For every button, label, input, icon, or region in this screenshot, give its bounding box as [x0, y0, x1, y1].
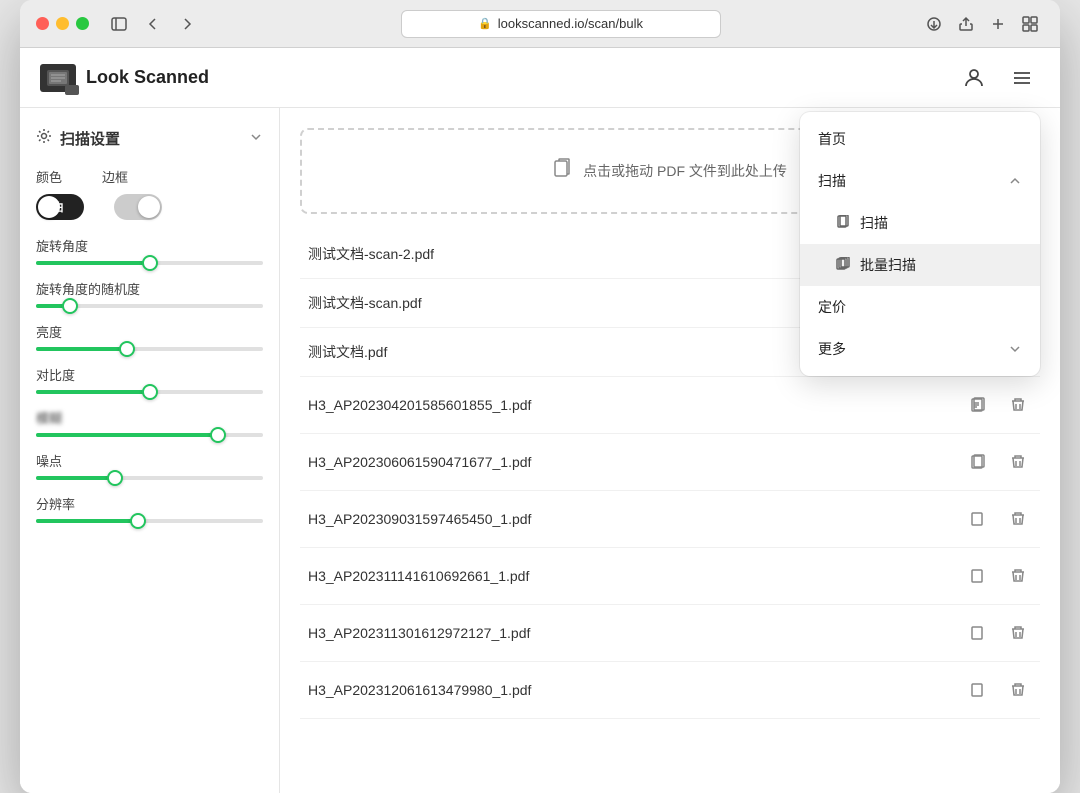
address-bar: 🔒 lookscanned.io/scan/bulk	[213, 10, 908, 38]
scan-sub-icon	[836, 215, 850, 232]
url-input[interactable]: 🔒 lookscanned.io/scan/bulk	[401, 10, 721, 38]
traffic-lights	[36, 17, 89, 30]
dropdown-menu: 首页 扫描	[800, 112, 1040, 376]
user-profile-button[interactable]	[956, 60, 992, 96]
menu-home-label: 首页	[818, 129, 846, 149]
minimize-button[interactable]	[56, 17, 69, 30]
logo-icon	[40, 64, 76, 92]
browser-nav-controls	[105, 10, 201, 38]
new-tab-button[interactable]	[984, 10, 1012, 38]
browser-window: 🔒 lookscanned.io/scan/bulk	[20, 0, 1060, 793]
app-logo: Look Scanned	[40, 64, 209, 92]
menu-bulk-scan-label: 批量扫描	[860, 255, 916, 275]
browser-right-controls	[920, 10, 1044, 38]
app-content: Look Scanned	[20, 48, 1060, 793]
download-button[interactable]	[920, 10, 948, 38]
chevron-up-icon	[1008, 174, 1022, 188]
menu-pricing-label: 定价	[818, 297, 846, 317]
menu-item-scan-single[interactable]: 扫描	[800, 202, 1040, 244]
tabs-button[interactable]	[1016, 10, 1044, 38]
hamburger-menu-button[interactable]	[1004, 60, 1040, 96]
menu-item-bulk-scan[interactable]: 批量扫描	[800, 244, 1040, 286]
bulk-scan-icon	[836, 257, 850, 274]
browser-titlebar: 🔒 lookscanned.io/scan/bulk	[20, 0, 1060, 48]
menu-section-more[interactable]: 更多	[800, 328, 1040, 370]
menu-scan-label: 扫描	[818, 171, 846, 191]
forward-button[interactable]	[173, 10, 201, 38]
app-title: Look Scanned	[86, 67, 209, 88]
lock-icon: 🔒	[478, 17, 492, 30]
menu-item-home[interactable]: 首页	[800, 118, 1040, 160]
close-button[interactable]	[36, 17, 49, 30]
dropdown-overlay: 首页 扫描	[20, 108, 1060, 793]
menu-item-pricing[interactable]: 定价	[800, 286, 1040, 328]
menu-more-label: 更多	[818, 339, 846, 359]
chevron-down-icon	[1008, 342, 1022, 356]
header-right	[956, 60, 1040, 96]
back-button[interactable]	[139, 10, 167, 38]
app-header: Look Scanned	[20, 48, 1060, 108]
share-button[interactable]	[952, 10, 980, 38]
menu-scan-single-label: 扫描	[860, 213, 888, 233]
url-text: lookscanned.io/scan/bulk	[498, 16, 643, 31]
menu-section-scan[interactable]: 扫描	[800, 160, 1040, 202]
fullscreen-button[interactable]	[76, 17, 89, 30]
sidebar-toggle-button[interactable]	[105, 10, 133, 38]
main-layout: 扫描设置 颜色 边框	[20, 108, 1060, 793]
